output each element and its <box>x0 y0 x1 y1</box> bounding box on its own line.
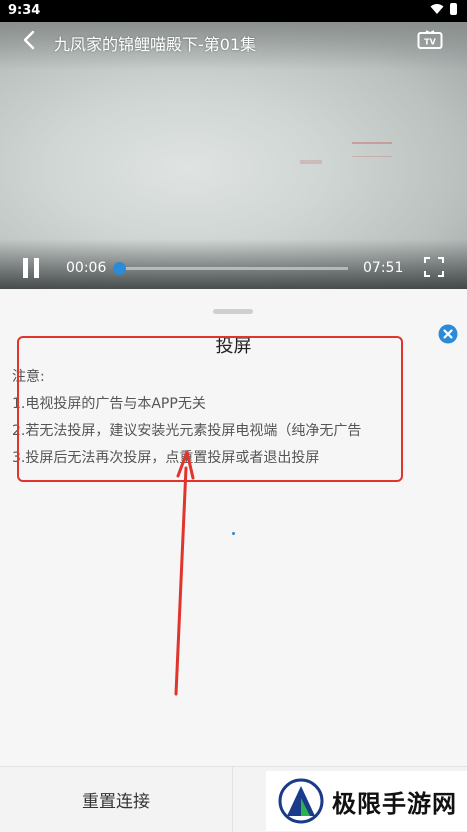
notice-item: 3.投屏后无法再次投屏，点重置投屏或者退出投屏 <box>12 450 320 466</box>
sheet-title: 投屏 <box>215 336 252 357</box>
status-icons <box>430 3 457 15</box>
battery-icon <box>450 3 457 15</box>
video-player[interactable]: 九凤家的锦鲤喵殿下-第01集 TV 00:06 07:51 <box>0 22 467 289</box>
scene-detail <box>352 142 392 157</box>
wifi-icon <box>430 4 444 14</box>
close-icon[interactable] <box>438 324 458 344</box>
progress-thumb[interactable] <box>113 262 127 275</box>
reset-connection-button[interactable]: 重置连接 <box>0 767 233 832</box>
cast-sheet: 投屏 注意: 1.电视投屏的广告与本APP无关 2.若无法投屏，建议安装光元素投… <box>0 294 467 831</box>
scene-detail <box>300 160 322 164</box>
drag-handle[interactable] <box>213 309 253 314</box>
notice-item: 1.电视投屏的广告与本APP无关 <box>12 396 206 412</box>
watermark-text: 极限手游网 <box>332 789 457 818</box>
back-arrow-icon[interactable] <box>20 30 40 50</box>
svg-text:TV: TV <box>424 38 436 47</box>
total-time: 07:51 <box>363 260 404 276</box>
watermark-logo-icon <box>278 778 324 824</box>
pause-icon[interactable] <box>23 258 41 278</box>
current-time: 00:06 <box>66 260 107 276</box>
loading-indicator <box>232 532 235 535</box>
notice-label: 注意: <box>12 369 45 385</box>
status-bar: 9:34 <box>0 0 467 22</box>
watermark: 极限手游网 <box>266 771 467 831</box>
notice-item: 2.若无法投屏，建议安装光元素投屏电视端（纯净无广告 <box>12 423 362 439</box>
status-time: 9:34 <box>8 3 41 18</box>
fullscreen-icon[interactable] <box>424 257 444 277</box>
progress-slider[interactable] <box>113 262 348 275</box>
video-title: 九凤家的锦鲤喵殿下-第01集 <box>54 35 257 54</box>
tv-cast-icon[interactable]: TV <box>417 30 443 52</box>
